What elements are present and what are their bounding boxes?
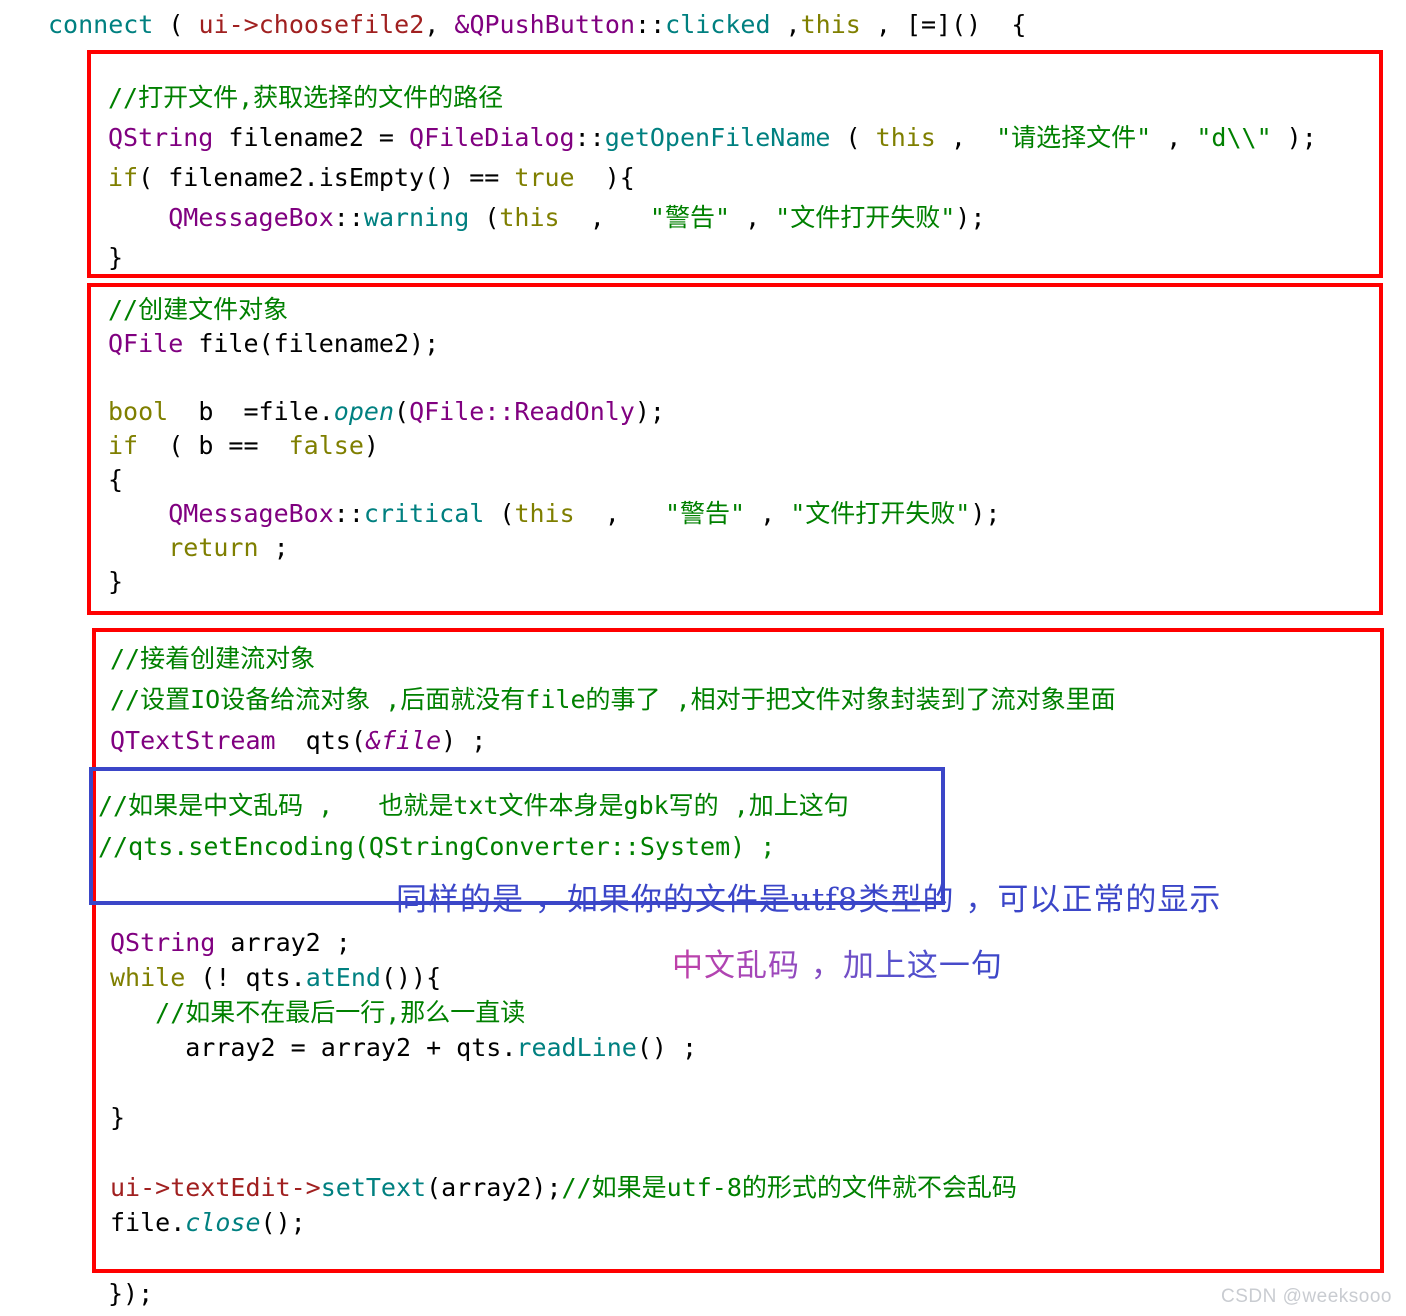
comment-set-io-device: //设置IO设备给流对象 ,后面就没有file的事了 ,相对于把文件对象封装到了… <box>110 685 1116 714</box>
note-utf8-display: 同样的是 ，如果你的文件是utf8类型的 ，可以正常的显示 <box>396 882 1222 918</box>
token-this: this <box>800 10 861 39</box>
comment-utf8-no-garble: //如果是utf-8的形式的文件就不会乱码 <box>561 1173 1017 1202</box>
comment-open-file: //打开文件,获取选择的文件的路径 <box>108 83 504 112</box>
token-ui-choosefile2: ui->choosefile2 <box>198 10 425 39</box>
comment-set-encoding: //qts.setEncoding(QStringConverter::Syst… <box>98 832 776 861</box>
token-clicked: clicked <box>665 10 771 39</box>
comment-create-file-object: //创建文件对象 <box>108 295 289 324</box>
code-block-stream-head: //接着创建流对象 //设置IO设备给流对象 ,后面就没有file的事了 ,相对于… <box>110 644 1116 755</box>
csdn-watermark: CSDN @weeksooo <box>1221 1286 1392 1307</box>
comment-not-last-line: //如果不在最后一行,那么一直读 <box>155 998 526 1027</box>
token-connect: connect <box>48 10 154 39</box>
comment-create-stream: //接着创建流对象 <box>110 644 316 673</box>
comment-garbled-hint: //如果是中文乱码 , 也就是txt文件本身是gbk写的 ,加上这句 <box>98 791 849 820</box>
token-qpushbutton: &QPushButton <box>454 10 636 39</box>
code-block-open-file: //打开文件,获取选择的文件的路径 QString filename2 = QFi… <box>108 83 1317 272</box>
code-line-close-lambda: }); <box>108 1279 154 1308</box>
code-block-encoding-hint: //如果是中文乱码 , 也就是txt文件本身是gbk写的 ,加上这句 //qts.… <box>98 785 849 867</box>
code-line-connect: connect ( ui->choosefile2, &QPushButton:… <box>48 10 1027 39</box>
code-block-read-loop: QString array2 ; while (! qts.atEnd()){ /… <box>110 928 1017 1237</box>
code-block-create-file-object: //创建文件对象 QFile file(filename2); bool b =f… <box>108 295 1001 596</box>
